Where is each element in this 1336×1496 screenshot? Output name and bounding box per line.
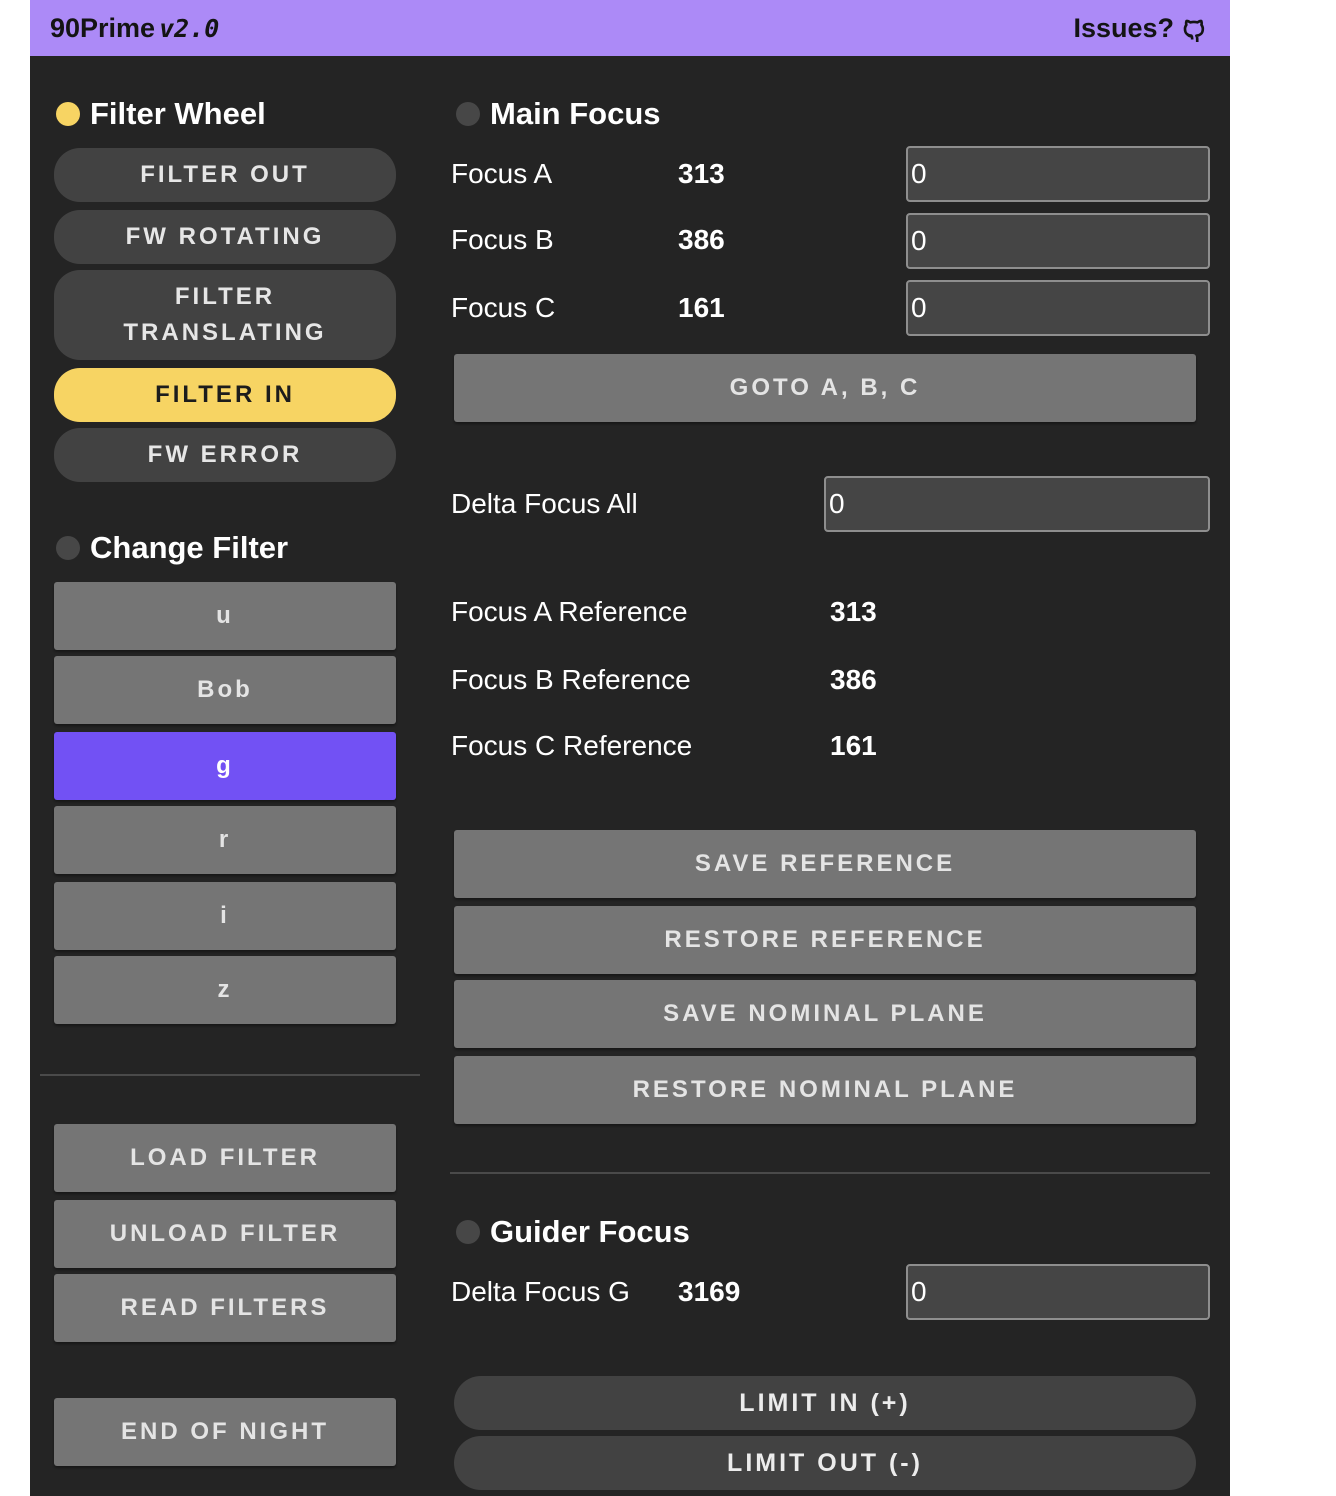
focus-c-reference-value: 161 (830, 730, 877, 761)
github-icon (1183, 19, 1205, 42)
guider-focus-title: Guider Focus (490, 1214, 690, 1249)
issues-label: Issues? (1073, 12, 1174, 43)
filter-label: i (220, 902, 230, 929)
state-label: FW ROTATING (125, 223, 325, 250)
state-label: FILTER IN (155, 381, 295, 408)
left-divider (40, 1074, 420, 1076)
button-label: END OF NIGHT (121, 1418, 329, 1445)
restore-reference-button[interactable]: RESTORE REFERENCE (454, 906, 1196, 974)
end-of-night-button[interactable]: END OF NIGHT (54, 1398, 396, 1466)
version-label: v2.0 (159, 13, 220, 43)
app-title: 90Prime v2.0 (50, 13, 219, 44)
button-label: RESTORE NOMINAL PLANE (632, 1076, 1018, 1103)
button-label: SAVE NOMINAL PLANE (663, 1000, 987, 1027)
button-label: LOAD FILTER (130, 1144, 320, 1171)
filter-wheel-heading: Filter Wheel (56, 96, 266, 132)
filter-wheel-status-dot (56, 102, 80, 126)
load-filter-button[interactable]: LOAD FILTER (54, 1124, 396, 1192)
state-filter-out: FILTER OUT (54, 148, 396, 202)
app-panel: 90Prime v2.0 Issues? Filter Wheel FILTER… (30, 0, 1230, 1496)
filter-button-i[interactable]: i (54, 882, 396, 950)
delta-focus-g-label: Delta Focus G (451, 1276, 630, 1307)
focus-a-label: Focus A (451, 158, 553, 189)
focus-a-reference-label: Focus A Reference (451, 596, 688, 627)
guider-focus-status-dot (456, 1220, 480, 1244)
state-label: FILTER OUT (140, 161, 310, 188)
filter-button-r[interactable]: r (54, 806, 396, 874)
filter-label: g (216, 752, 234, 779)
save-reference-button[interactable]: SAVE REFERENCE (454, 830, 1196, 898)
filter-button-u[interactable]: u (54, 582, 396, 650)
unload-filter-button[interactable]: UNLOAD FILTER (54, 1200, 396, 1268)
main-focus-title: Main Focus (490, 96, 661, 131)
change-filter-status-dot (56, 536, 80, 560)
delta-focus-all-input[interactable] (824, 476, 1210, 532)
state-label: FILTER TRANSLATING (123, 283, 327, 346)
delta-focus-all-label: Delta Focus All (451, 488, 638, 519)
button-label: UNLOAD FILTER (109, 1220, 341, 1247)
filter-button-bob[interactable]: Bob (54, 656, 396, 724)
filter-label: u (216, 602, 234, 629)
right-divider (450, 1172, 1210, 1174)
state-label: FW ERROR (147, 441, 303, 468)
state-filter-translating: FILTER TRANSLATING (54, 270, 396, 360)
brand-name: 90Prime (50, 12, 156, 43)
delta-focus-g-input[interactable] (906, 1264, 1210, 1320)
focus-b-value: 386 (678, 224, 725, 255)
button-label: READ FILTERS (120, 1294, 330, 1321)
button-label: RESTORE REFERENCE (664, 926, 986, 953)
read-filters-button[interactable]: READ FILTERS (54, 1274, 396, 1342)
focus-a-input[interactable] (906, 146, 1210, 202)
button-label: LIMIT OUT (-) (727, 1448, 923, 1477)
issues-link[interactable]: Issues? (1073, 13, 1210, 44)
focus-c-input[interactable] (906, 280, 1210, 336)
guider-focus-heading: Guider Focus (456, 1214, 690, 1250)
focus-b-input[interactable] (906, 213, 1210, 269)
filter-label: Bob (197, 676, 253, 703)
focus-a-value: 313 (678, 158, 725, 189)
state-fw-rotating: FW ROTATING (54, 210, 396, 264)
state-fw-error: FW ERROR (54, 428, 396, 482)
focus-c-reference-label: Focus C Reference (451, 730, 693, 761)
delta-focus-g-value: 3169 (678, 1276, 741, 1307)
focus-b-label: Focus B (451, 224, 554, 255)
button-label: SAVE REFERENCE (694, 850, 956, 877)
limit-in-button[interactable]: LIMIT IN (+) (454, 1376, 1196, 1430)
limit-out-button[interactable]: LIMIT OUT (-) (454, 1436, 1196, 1490)
top-bar: 90Prime v2.0 Issues? (30, 0, 1230, 56)
focus-b-reference-value: 386 (830, 664, 877, 695)
main-focus-status-dot (456, 102, 480, 126)
filter-button-z[interactable]: z (54, 956, 396, 1024)
focus-c-value: 161 (678, 292, 725, 323)
focus-a-reference-value: 313 (830, 596, 877, 627)
goto-abc-button[interactable]: GOTO A, B, C (454, 354, 1196, 422)
state-filter-in: FILTER IN (54, 368, 396, 422)
focus-c-label: Focus C (451, 292, 556, 323)
restore-nominal-plane-button[interactable]: RESTORE NOMINAL PLANE (454, 1056, 1196, 1124)
filter-button-g[interactable]: g (54, 732, 396, 800)
main-focus-heading: Main Focus (456, 96, 661, 132)
filter-wheel-title: Filter Wheel (90, 96, 266, 131)
save-nominal-plane-button[interactable]: SAVE NOMINAL PLANE (454, 980, 1196, 1048)
filter-label: z (217, 976, 233, 1003)
filter-label: r (218, 826, 232, 853)
button-label: LIMIT IN (+) (739, 1388, 911, 1417)
button-label: GOTO A, B, C (729, 374, 921, 401)
change-filter-title: Change Filter (90, 530, 289, 565)
focus-b-reference-label: Focus B Reference (451, 664, 691, 695)
change-filter-heading: Change Filter (56, 530, 288, 566)
